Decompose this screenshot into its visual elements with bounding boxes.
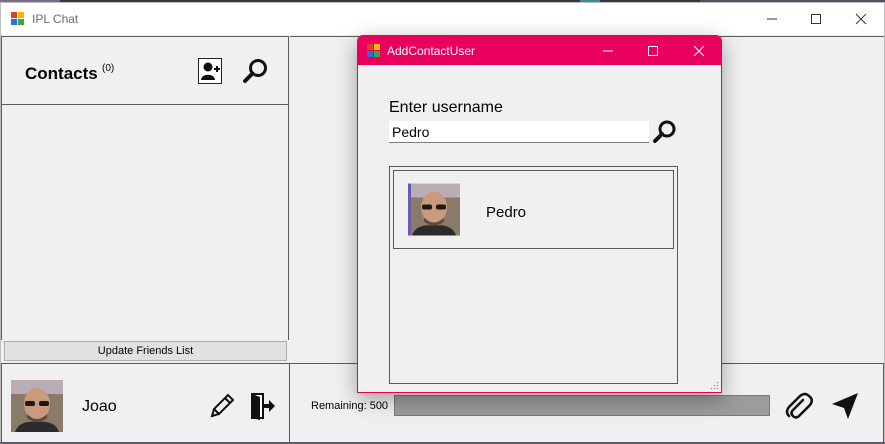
maximize-icon [811,14,821,24]
resize-grip-icon[interactable] [710,381,719,390]
add-user-icon [201,62,220,80]
maximize-button[interactable] [793,3,839,35]
attach-button[interactable] [783,391,813,421]
contacts-header: Contacts (0) [1,36,289,105]
contacts-list [1,104,289,340]
edit-profile-button[interactable] [208,392,236,420]
remaining-progress-fill [395,396,769,415]
logout-icon [251,393,275,420]
add-contact-dialog: AddContactUser Enter username Pedro Pedr… [357,35,722,393]
dialog-maximize-button[interactable] [630,36,676,65]
minimize-icon [767,18,777,20]
dialog-close-button[interactable] [676,36,721,65]
close-icon [855,13,867,25]
search-icon [243,59,267,83]
close-button[interactable] [838,3,884,35]
close-icon [693,45,705,56]
search-results-list: Pedro [389,166,678,384]
add-contact-button[interactable] [198,58,222,84]
logout-button[interactable] [250,391,276,421]
send-button[interactable] [830,391,860,421]
dialog-app-icon [367,44,381,58]
profile-name: Joao [82,398,117,415]
send-icon [832,393,858,419]
username-input[interactable] [389,121,649,143]
pencil-icon [210,393,235,418]
update-friends-button[interactable]: Update Friends List [4,341,287,361]
dialog-minimize-button[interactable] [585,36,631,65]
app-icon [11,12,25,26]
remaining-label: Remaining: 500 [311,400,389,412]
dialog-title: AddContactUser [387,44,476,58]
message-input[interactable] [394,395,770,416]
search-icon [653,120,676,143]
contacts-title: Contacts [25,64,98,83]
avatar [11,380,63,432]
minimize-button[interactable] [749,3,795,35]
result-name: Pedro [486,204,527,221]
paperclip-icon [785,392,813,419]
maximize-icon [648,45,658,56]
list-item[interactable]: Pedro [393,170,674,249]
minimize-icon [603,50,613,51]
window-title: IPL Chat [32,12,79,26]
username-label: Enter username [389,99,503,116]
contacts-count: (0) [102,63,115,74]
avatar [408,183,460,236]
dialog-titlebar: AddContactUser [358,36,721,65]
profile-bar: Joao [1,363,290,443]
dialog-search-button[interactable] [652,119,678,145]
search-contacts-button[interactable] [242,57,270,85]
main-titlebar: IPL Chat [1,3,884,35]
